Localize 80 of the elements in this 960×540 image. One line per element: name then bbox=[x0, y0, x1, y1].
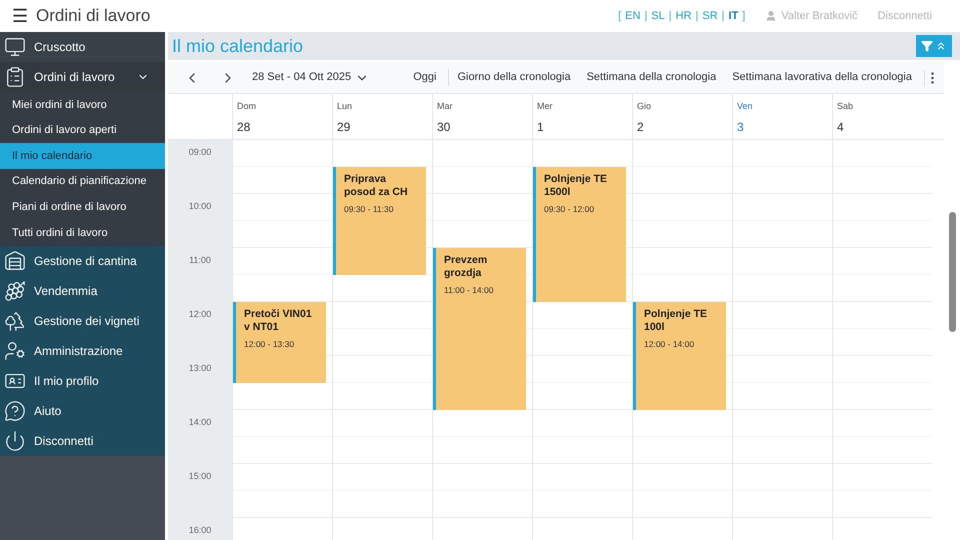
filter-icon bbox=[921, 40, 933, 52]
event-title: Pretoči VIN01 v NT01 bbox=[244, 308, 313, 334]
calendar-event[interactable]: Polnjenje TE 1500l 09:30 - 12:00 bbox=[533, 167, 626, 302]
sidebar-item[interactable]: Aiuto bbox=[0, 396, 165, 426]
trees-icon bbox=[4, 310, 26, 332]
time-label: 12:00 bbox=[188, 308, 212, 321]
day-number: 2 bbox=[637, 118, 645, 136]
day-name: Mar bbox=[437, 100, 454, 113]
event-time: 09:30 - 11:30 bbox=[344, 203, 394, 216]
sidebar-item[interactable]: Gestione dei vigneti bbox=[0, 306, 165, 336]
date-range-picker[interactable]: 28 Set - 04 Ott 2025 bbox=[252, 69, 370, 86]
separator: | bbox=[644, 8, 648, 24]
grapes-icon bbox=[4, 280, 26, 302]
bracket: ] bbox=[742, 8, 746, 24]
sidebar-item[interactable]: Il mio profilo bbox=[0, 366, 165, 396]
separator: | bbox=[722, 8, 725, 24]
day-name: Gio bbox=[637, 100, 652, 113]
event-title: Priprava posod za CH bbox=[344, 173, 409, 200]
time-label: 14:00 bbox=[188, 416, 212, 429]
view-button[interactable]: Settimana lavorativa della cronologia bbox=[724, 69, 920, 86]
filter-button[interactable] bbox=[916, 35, 952, 57]
separator: | bbox=[696, 8, 698, 24]
page-title: Il mio calendario bbox=[172, 34, 304, 58]
event-time: 12:00 - 13:30 bbox=[244, 338, 296, 351]
sidebar-item[interactable]: Gestione di cantina bbox=[0, 246, 165, 276]
sidebar-item[interactable]: Vendemmia bbox=[0, 276, 165, 306]
calendar-event[interactable]: Priprava posod za CH 09:30 - 11:30 bbox=[333, 167, 426, 275]
today-button[interactable]: Oggi bbox=[401, 69, 450, 86]
day-number: 4 bbox=[837, 118, 845, 136]
submenu-item[interactable]: Piani di ordine di lavoro bbox=[0, 194, 165, 220]
sidebar-item[interactable]: Ordini di lavoro bbox=[0, 62, 165, 92]
submenu-item[interactable]: Ordini di lavoro aperti bbox=[0, 118, 165, 144]
power-icon bbox=[4, 430, 26, 452]
submenu-item[interactable]: Miei ordini di lavoro bbox=[0, 92, 165, 118]
day-name: Dom bbox=[237, 100, 258, 113]
monitor-icon bbox=[4, 36, 26, 58]
event-title: Polnjenje TE 100l bbox=[644, 308, 708, 334]
event-time: 11:00 - 14:00 bbox=[444, 284, 494, 297]
day-number: 3 bbox=[737, 118, 745, 136]
day-number: 29 bbox=[337, 118, 352, 136]
day-name: Mer bbox=[537, 100, 554, 113]
app-title: Ordini di lavoro bbox=[36, 5, 150, 28]
calendar-event[interactable]: Prevzem grozdja 11:00 - 14:00 bbox=[433, 248, 526, 410]
event-title: Polnjenje TE 1500l bbox=[544, 173, 608, 200]
day-name: Lun bbox=[337, 100, 354, 113]
user-name: Valter Bratkovič bbox=[781, 8, 858, 24]
day-number: 30 bbox=[437, 118, 452, 136]
time-label: 10:00 bbox=[188, 200, 212, 213]
submenu-item[interactable]: Calendario di pianificazione bbox=[0, 168, 165, 194]
submenu-item[interactable]: Il mio calendario bbox=[0, 143, 165, 169]
bracket: [ bbox=[618, 8, 622, 24]
calendar-event[interactable]: Pretoči VIN01 v NT01 12:00 - 13:30 bbox=[233, 302, 326, 383]
sidebar-item[interactable]: Disconnetti bbox=[0, 426, 165, 456]
collapse-icon bbox=[935, 40, 947, 52]
user-gear-icon bbox=[4, 340, 26, 362]
time-label: 13:00 bbox=[188, 362, 212, 375]
time-label: 15:00 bbox=[188, 470, 212, 483]
separator: | bbox=[668, 8, 672, 24]
sidebar-item[interactable]: Amministrazione bbox=[0, 336, 165, 366]
day-number: 28 bbox=[237, 118, 252, 136]
day-number: 1 bbox=[537, 118, 545, 136]
language-link[interactable]: IT bbox=[728, 8, 738, 24]
view-button[interactable]: Giorno della cronologia bbox=[449, 69, 579, 86]
calendar-event[interactable]: Polnjenje TE 100l 12:00 - 14:00 bbox=[633, 302, 726, 410]
menu-icon[interactable]: ☰ bbox=[12, 2, 28, 30]
sidebar-item[interactable]: Cruscotto bbox=[0, 32, 165, 62]
event-time: 12:00 - 14:00 bbox=[644, 338, 696, 351]
time-label: 11:00 bbox=[189, 254, 211, 267]
user-icon bbox=[765, 10, 778, 22]
view-button[interactable]: Settimana della cronologia bbox=[578, 69, 724, 86]
event-title: Prevzem grozdja bbox=[444, 254, 488, 280]
building-icon bbox=[4, 250, 26, 272]
event-time: 09:30 - 12:00 bbox=[544, 203, 596, 216]
day-name: Ven bbox=[737, 100, 754, 113]
submenu-item[interactable]: Tutti ordini di lavoro bbox=[0, 220, 165, 246]
time-label: 16:00 bbox=[188, 524, 212, 537]
day-name: Sab bbox=[837, 100, 854, 113]
help-icon bbox=[4, 400, 26, 422]
clipboard-icon bbox=[4, 66, 26, 88]
time-label: 09:00 bbox=[188, 146, 212, 159]
